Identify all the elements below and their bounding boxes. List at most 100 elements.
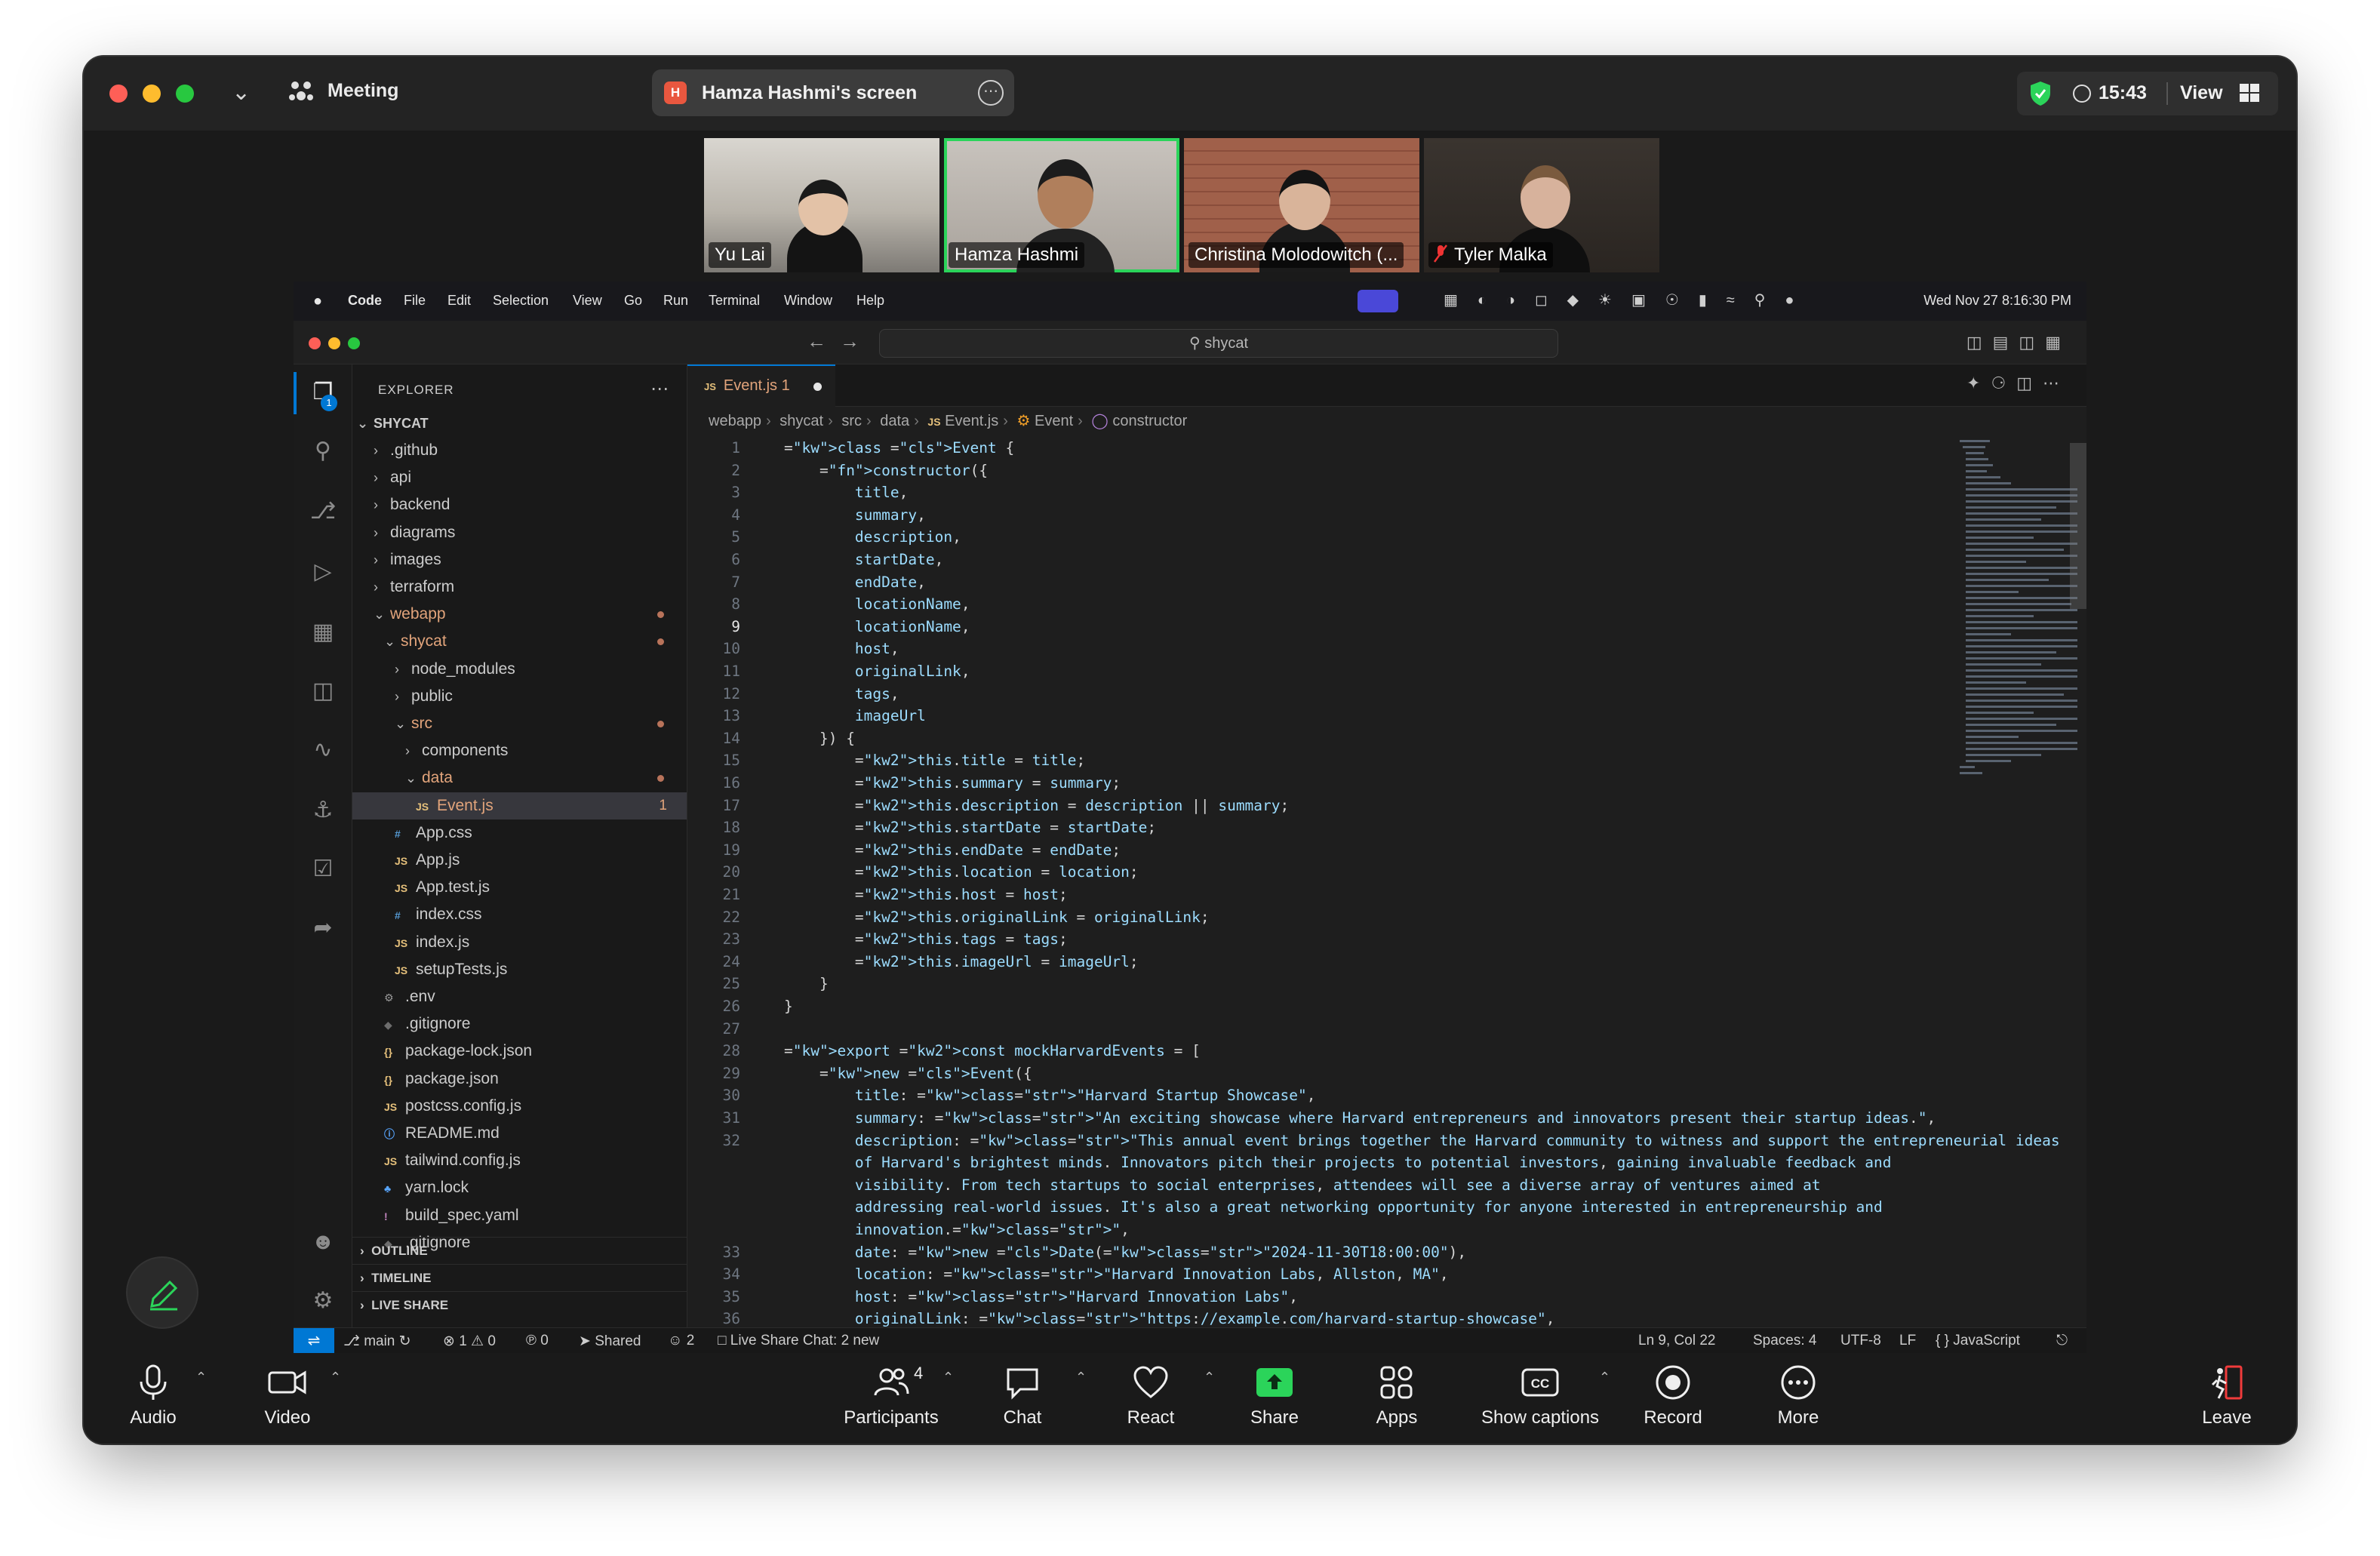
breadcrumb-item[interactable]: webapp: [709, 413, 761, 429]
show-captions-button[interactable]: CC Show captions: [1457, 1364, 1623, 1439]
participant-tile[interactable]: Yu Lai: [704, 138, 939, 272]
code-line[interactable]: 6 startDate,: [687, 549, 2086, 571]
tree-file[interactable]: ! build_spec.yaml: [352, 1202, 687, 1229]
menu-view[interactable]: View: [573, 293, 602, 309]
search-icon[interactable]: ⚲: [309, 437, 337, 466]
tree-file[interactable]: {} package.json: [352, 1066, 687, 1093]
nav-back-forward-icons[interactable]: ←→: [807, 330, 873, 353]
participant-tile[interactable]: Tyler Malka: [1424, 138, 1659, 272]
editor-scrollbar[interactable]: [2070, 443, 2086, 609]
code-line[interactable]: 13 imageUrl: [687, 705, 2086, 727]
tree-folder[interactable]: › .github: [352, 437, 687, 464]
editor-actions[interactable]: ✦⚆◫⋯: [1966, 374, 2070, 393]
language-mode[interactable]: { } JavaScript: [1936, 1333, 2020, 1349]
grid-view-icon[interactable]: [2239, 83, 2260, 103]
tree-folder[interactable]: › diagrams: [352, 519, 687, 546]
code-line[interactable]: 35 host: ="kw">class="str">"Harvard Inno…: [687, 1286, 2086, 1308]
vscode-zoom-button[interactable]: [348, 337, 360, 349]
code-line[interactable]: 28 ="kw">export ="kw2">const mockHarvardE…: [687, 1040, 2086, 1062]
breadcrumb-item[interactable]: Event: [1035, 413, 1073, 429]
tree-folder[interactable]: › public: [352, 683, 687, 710]
tree-folder[interactable]: › node_modules: [352, 656, 687, 683]
code-line[interactable]: 5 description,: [687, 526, 2086, 549]
chat-button[interactable]: Chat: [955, 1364, 1090, 1439]
tree-file[interactable]: JS postcss.config.js: [352, 1093, 687, 1120]
participants-options-chevron-icon[interactable]: ⌃: [942, 1370, 954, 1385]
source-control-icon[interactable]: ⎇: [309, 497, 337, 526]
menu-app-name[interactable]: Code: [348, 293, 382, 309]
tree-file[interactable]: JS index.js: [352, 929, 687, 956]
code-line[interactable]: 15 ="kw2">this.title = title;: [687, 749, 2086, 772]
apple-icon[interactable]: ●: [313, 293, 322, 310]
tree-folder[interactable]: ⌄ data: [352, 764, 687, 792]
tree-file[interactable]: # App.css: [352, 820, 687, 847]
react-button[interactable]: React: [1083, 1364, 1219, 1439]
close-window-button[interactable]: [109, 85, 128, 103]
code-line[interactable]: 30 title: ="kw">class="str">"Harvard Sta…: [687, 1084, 2086, 1107]
screen-share-status-icon[interactable]: [1358, 290, 1398, 312]
code-line[interactable]: 25 }: [687, 973, 2086, 995]
live-share-icon[interactable]: ∿: [309, 736, 337, 764]
breadcrumb-item[interactable]: src: [841, 413, 862, 429]
audio-options-chevron-icon[interactable]: ⌃: [195, 1370, 207, 1385]
account-icon[interactable]: ☻: [309, 1228, 337, 1256]
live-share-section[interactable]: › LIVE SHARE: [352, 1291, 687, 1318]
tree-file[interactable]: JS App.test.js: [352, 874, 687, 901]
code-line[interactable]: of Harvard's brightest minds. Innovators…: [687, 1152, 2086, 1174]
menu-go[interactable]: Go: [624, 293, 642, 309]
indentation[interactable]: Spaces: 4: [1753, 1333, 1817, 1349]
tree-folder[interactable]: ⌄ src: [352, 710, 687, 737]
screen-share-indicator[interactable]: H Hamza Hashmi's screen ⋯: [652, 69, 1014, 116]
menu-selection[interactable]: Selection: [493, 293, 549, 309]
code-line[interactable]: 33 date: ="kw">new ="cls">Date(="kw">cla…: [687, 1241, 2086, 1264]
tree-folder[interactable]: › images: [352, 546, 687, 574]
layout-toggle-icons[interactable]: ◫▤◫▦: [1966, 333, 2071, 352]
live-share-chat[interactable]: □ Live Share Chat: 2 new: [718, 1333, 879, 1349]
encoding[interactable]: UTF-8: [1840, 1333, 1881, 1349]
remote-explorer-icon[interactable]: ◫: [309, 677, 337, 706]
share-arrow-icon[interactable]: ➦: [309, 914, 337, 943]
code-area[interactable]: 1 ="kw">class ="cls">Event {2 ="fn">const…: [687, 437, 2086, 1327]
leave-meeting-button[interactable]: Leave: [2159, 1364, 2295, 1439]
menu-run[interactable]: Run: [663, 293, 688, 309]
tree-file[interactable]: {} package-lock.json: [352, 1038, 687, 1065]
code-line[interactable]: 1 ="kw">class ="cls">Event {: [687, 437, 2086, 460]
participants-button[interactable]: Participants: [823, 1364, 959, 1439]
breadcrumb-item[interactable]: shycat: [779, 413, 823, 429]
tree-file[interactable]: JS setupTests.js: [352, 956, 687, 983]
code-line[interactable]: 3 title,: [687, 481, 2086, 504]
tree-file[interactable]: ◆ .gitignore: [352, 1010, 687, 1038]
run-debug-icon[interactable]: ▷: [309, 558, 337, 586]
code-line[interactable]: 12 tags,: [687, 683, 2086, 706]
notifications-icon[interactable]: ⎋: [2056, 1333, 2068, 1349]
minimize-window-button[interactable]: [143, 85, 161, 103]
code-line[interactable]: 31 summary: ="kw">class="str">"An exciti…: [687, 1107, 2086, 1130]
code-line[interactable]: 29 ="kw">new ="cls">Event({: [687, 1062, 2086, 1085]
code-line[interactable]: 4 summary,: [687, 504, 2086, 527]
code-line[interactable]: 21 ="kw2">this.host = host;: [687, 884, 2086, 906]
code-line[interactable]: 19 ="kw2">this.endDate = endDate;: [687, 839, 2086, 862]
video-options-chevron-icon[interactable]: ⌃: [330, 1370, 341, 1385]
record-button[interactable]: Record: [1605, 1364, 1741, 1439]
code-line[interactable]: 22 ="kw2">this.originalLink = originalLi…: [687, 906, 2086, 929]
code-line[interactable]: 32 description: ="kw">class="str">"This …: [687, 1130, 2086, 1152]
timeline-section[interactable]: › TIMELINE: [352, 1264, 687, 1291]
tree-file[interactable]: JS tailwind.config.js: [352, 1147, 687, 1174]
code-line[interactable]: addressing real-world issues. It's also …: [687, 1196, 2086, 1219]
outline-section[interactable]: › OUTLINE: [352, 1237, 687, 1264]
unsaved-dot-icon[interactable]: [813, 383, 822, 391]
menu-help[interactable]: Help: [856, 293, 884, 309]
fullscreen-window-button[interactable]: [176, 85, 194, 103]
code-line[interactable]: 2 ="fn">constructor({: [687, 460, 2086, 482]
tree-file[interactable]: ⚙ .env: [352, 983, 687, 1010]
code-line[interactable]: visibility. From tech startups to social…: [687, 1174, 2086, 1197]
testing-icon[interactable]: ☑: [309, 855, 337, 884]
tree-folder[interactable]: › terraform: [352, 574, 687, 601]
docker-icon[interactable]: ⚓: [309, 796, 337, 825]
minimap[interactable]: [1957, 437, 2077, 792]
tree-file[interactable]: ♣ yarn.lock: [352, 1174, 687, 1201]
code-line[interactable]: 16 ="kw2">this.summary = summary;: [687, 772, 2086, 795]
cursor-position[interactable]: Ln 9, Col 22: [1638, 1333, 1715, 1349]
view-button[interactable]: View: [2180, 82, 2223, 104]
meeting-label[interactable]: Meeting: [327, 80, 398, 102]
